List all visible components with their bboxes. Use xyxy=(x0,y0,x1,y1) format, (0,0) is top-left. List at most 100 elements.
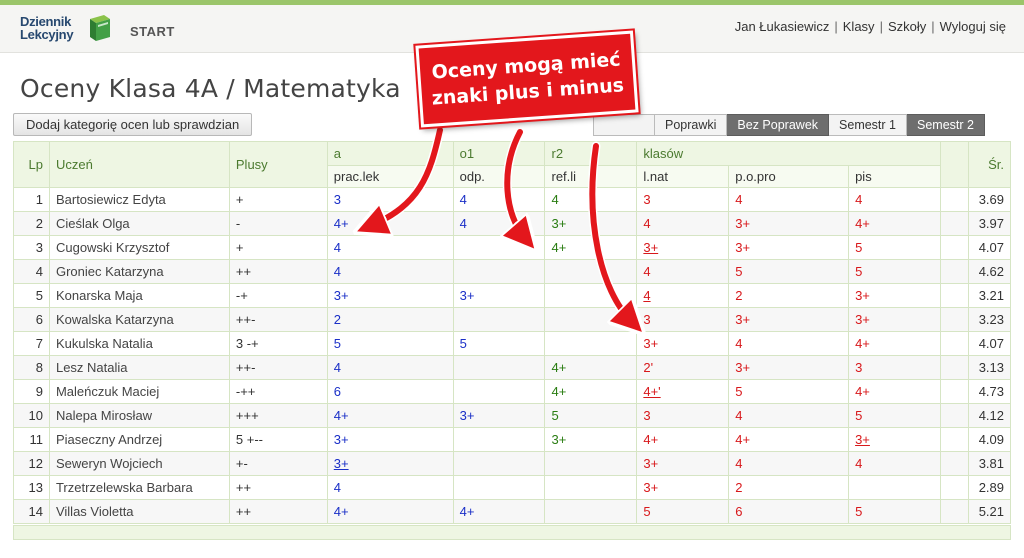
grade-cell[interactable]: 4 xyxy=(728,403,850,428)
grade-cell[interactable]: 4 xyxy=(848,451,941,476)
grade-cell[interactable]: 5 xyxy=(728,379,850,404)
grade-cell[interactable]: 5 xyxy=(848,235,941,260)
grade-cell[interactable]: 3+ xyxy=(326,451,454,476)
grade-cell[interactable]: 3+ xyxy=(848,427,941,452)
grade-cell[interactable]: 4 xyxy=(728,451,850,476)
grade-cell[interactable]: 3+ xyxy=(326,427,454,452)
grade-cell[interactable]: 4+ xyxy=(728,427,850,452)
plus-marks[interactable]: +++ xyxy=(228,403,328,428)
grade-cell[interactable]: 4 xyxy=(848,187,941,212)
grade-cell[interactable]: 2' xyxy=(636,355,730,380)
grade-cell[interactable]: 5 xyxy=(326,331,454,356)
category-header[interactable]: l.nat xyxy=(636,165,730,188)
grade-cell[interactable] xyxy=(544,475,638,500)
grade-cell[interactable]: 4+ xyxy=(848,331,941,356)
grade-cell[interactable]: 6 xyxy=(326,379,454,404)
grade-cell[interactable]: 5 xyxy=(848,259,941,284)
grade-cell[interactable]: 3 xyxy=(636,307,730,332)
grade-cell[interactable]: 2 xyxy=(728,283,850,308)
plus-marks[interactable]: 5 +-- xyxy=(228,427,328,452)
grade-cell[interactable]: 4+ xyxy=(636,427,730,452)
grade-cell[interactable]: 4+ xyxy=(544,235,638,260)
grade-cell[interactable]: 3+ xyxy=(544,211,638,236)
grade-cell[interactable]: 3+ xyxy=(848,283,941,308)
grade-cell[interactable]: 4 xyxy=(728,187,850,212)
grade-cell[interactable] xyxy=(452,427,546,452)
grade-cell[interactable]: 4 xyxy=(326,475,454,500)
category-header[interactable]: odp. xyxy=(452,165,546,188)
grade-cell[interactable] xyxy=(544,499,638,524)
filter-poprawki-button[interactable]: Poprawki xyxy=(655,114,728,136)
logout-link[interactable]: Wyloguj się xyxy=(940,19,1006,34)
student-name[interactable]: Trzetrzelewska Barbara xyxy=(48,475,230,500)
student-name[interactable]: Piaseczny Andrzej xyxy=(48,427,230,452)
filter-all-button[interactable] xyxy=(593,114,655,136)
start-link[interactable]: START xyxy=(130,24,175,39)
add-category-button[interactable]: Dodaj kategorię ocen lub sprawdzian xyxy=(13,113,253,136)
student-name[interactable]: Bartosiewicz Edyta xyxy=(48,187,230,212)
grade-cell[interactable]: 4+ xyxy=(848,211,941,236)
grade-cell[interactable] xyxy=(452,259,546,284)
grade-cell[interactable]: 5 xyxy=(544,403,638,428)
student-name[interactable]: Lesz Natalia xyxy=(48,355,230,380)
grade-cell[interactable]: 4+ xyxy=(326,211,454,236)
group-header-o1[interactable]: o1 xyxy=(452,141,546,166)
grade-cell[interactable]: 3+ xyxy=(544,427,638,452)
grade-cell[interactable]: 4 xyxy=(728,331,850,356)
category-header[interactable]: ref.li xyxy=(544,165,638,188)
grade-cell[interactable]: 2 xyxy=(728,475,850,500)
grade-cell[interactable] xyxy=(452,307,546,332)
grade-cell[interactable]: 4 xyxy=(326,235,454,260)
grade-cell[interactable]: 4 xyxy=(452,211,546,236)
user-name-link[interactable]: Jan Łukasiewicz xyxy=(735,19,830,34)
plus-marks[interactable]: ++- xyxy=(228,307,328,332)
grade-cell[interactable]: 5 xyxy=(848,499,941,524)
grade-cell[interactable]: 4+ xyxy=(544,355,638,380)
plus-marks[interactable]: ++ xyxy=(228,259,328,284)
grade-cell[interactable]: 4 xyxy=(326,355,454,380)
student-name[interactable]: Konarska Maja xyxy=(48,283,230,308)
logo[interactable]: Dziennik Lekcyjny xyxy=(20,13,116,47)
grade-cell[interactable]: 3 xyxy=(636,403,730,428)
grade-cell[interactable]: 3+ xyxy=(636,331,730,356)
grade-cell[interactable]: 4 xyxy=(636,283,730,308)
grade-cell[interactable]: 3+ xyxy=(452,403,546,428)
grade-cell[interactable]: 5 xyxy=(848,403,941,428)
grade-cell[interactable] xyxy=(848,475,941,500)
student-name[interactable]: Seweryn Wojciech xyxy=(48,451,230,476)
student-name[interactable]: Villas Violetta xyxy=(48,499,230,524)
plus-marks[interactable]: ++ xyxy=(228,499,328,524)
plus-marks[interactable]: +- xyxy=(228,451,328,476)
student-name[interactable]: Kowalska Katarzyna xyxy=(48,307,230,332)
grade-cell[interactable]: 3 xyxy=(636,187,730,212)
grade-cell[interactable]: 4 xyxy=(544,187,638,212)
grade-cell[interactable]: 5 xyxy=(636,499,730,524)
plus-marks[interactable]: + xyxy=(228,187,328,212)
plus-marks[interactable]: ++ xyxy=(228,475,328,500)
grade-cell[interactable]: 4 xyxy=(636,259,730,284)
grade-cell[interactable]: 3+ xyxy=(636,475,730,500)
grade-cell[interactable]: 3+ xyxy=(728,307,850,332)
grade-cell[interactable]: 6 xyxy=(728,499,850,524)
grade-cell[interactable]: 3 xyxy=(848,355,941,380)
grade-cell[interactable]: 3+ xyxy=(728,211,850,236)
grade-cell[interactable] xyxy=(544,451,638,476)
student-name[interactable]: Cugowski Krzysztof xyxy=(48,235,230,260)
grade-cell[interactable]: 3+ xyxy=(326,283,454,308)
grade-cell[interactable]: 5 xyxy=(452,331,546,356)
grade-cell[interactable] xyxy=(544,331,638,356)
grade-cell[interactable]: 3+ xyxy=(452,283,546,308)
group-header-r2[interactable]: r2 xyxy=(544,141,638,166)
plus-marks[interactable]: ++- xyxy=(228,355,328,380)
category-header[interactable]: pis xyxy=(848,165,941,188)
plus-marks[interactable]: -+ xyxy=(228,283,328,308)
grade-cell[interactable] xyxy=(452,475,546,500)
student-name[interactable]: Kukulska Natalia xyxy=(48,331,230,356)
grade-cell[interactable]: 3+ xyxy=(636,451,730,476)
category-header[interactable]: prac.lek xyxy=(326,165,454,188)
category-header[interactable]: p.o.pro xyxy=(728,165,850,188)
grade-cell[interactable]: 3+ xyxy=(728,355,850,380)
group-header-klasow[interactable]: klasów xyxy=(636,141,941,166)
group-header-a[interactable]: a xyxy=(326,141,454,166)
grade-cell[interactable]: 4+' xyxy=(636,379,730,404)
